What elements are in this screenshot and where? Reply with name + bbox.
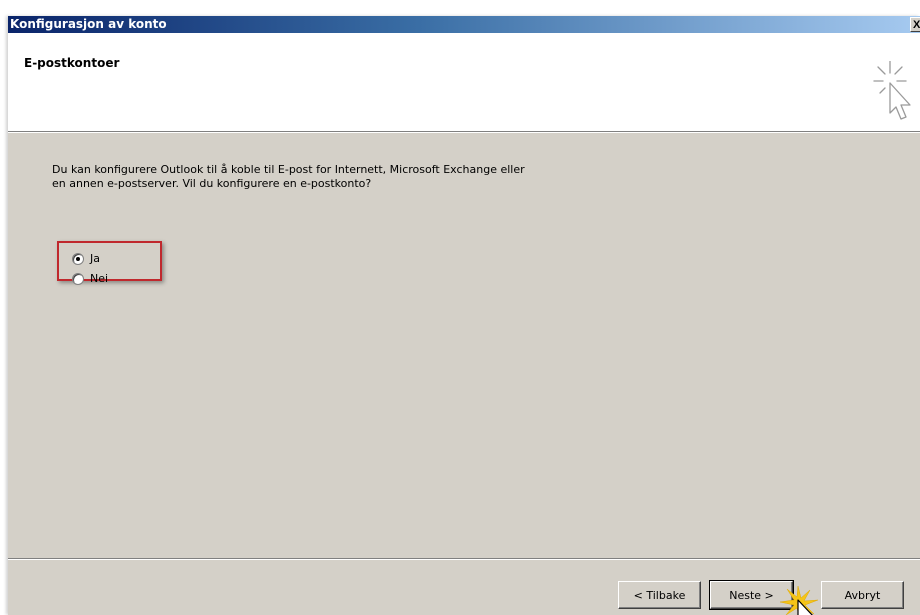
description-line-2: en annen e-postserver. Vil du konfigurer… <box>52 177 372 190</box>
window-title: Konfigurasjon av konto <box>10 17 167 31</box>
radio-no-indicator[interactable] <box>72 273 84 285</box>
title-bar[interactable]: Konfigurasjon av konto X <box>8 16 920 33</box>
account-config-dialog: Konfigurasjon av konto X E-postkontoer D… <box>8 16 920 615</box>
radio-yes-indicator[interactable] <box>72 253 84 265</box>
radio-no-label: Nei <box>90 272 109 285</box>
back-button[interactable]: < Tilbake <box>618 581 701 609</box>
bottom-separator <box>8 558 920 560</box>
description: Du kan konfigurere Outlook til å koble t… <box>52 163 692 191</box>
page-title: E-postkontoer <box>24 56 120 70</box>
wizard-content: Du kan konfigurere Outlook til å koble t… <box>8 133 920 558</box>
description-line-1: Du kan konfigurere Outlook til å koble t… <box>52 163 525 176</box>
radio-yes-label: Ja <box>90 252 100 265</box>
radio-no[interactable]: Nei <box>72 272 108 286</box>
radio-yes[interactable]: Ja <box>72 252 100 266</box>
close-button[interactable]: X <box>910 17 920 32</box>
next-button[interactable]: Neste > <box>709 580 794 610</box>
wizard-header: E-postkontoer <box>8 33 920 133</box>
wizard-cursor-icon <box>873 61 911 120</box>
cancel-button[interactable]: Avbryt <box>821 581 904 609</box>
